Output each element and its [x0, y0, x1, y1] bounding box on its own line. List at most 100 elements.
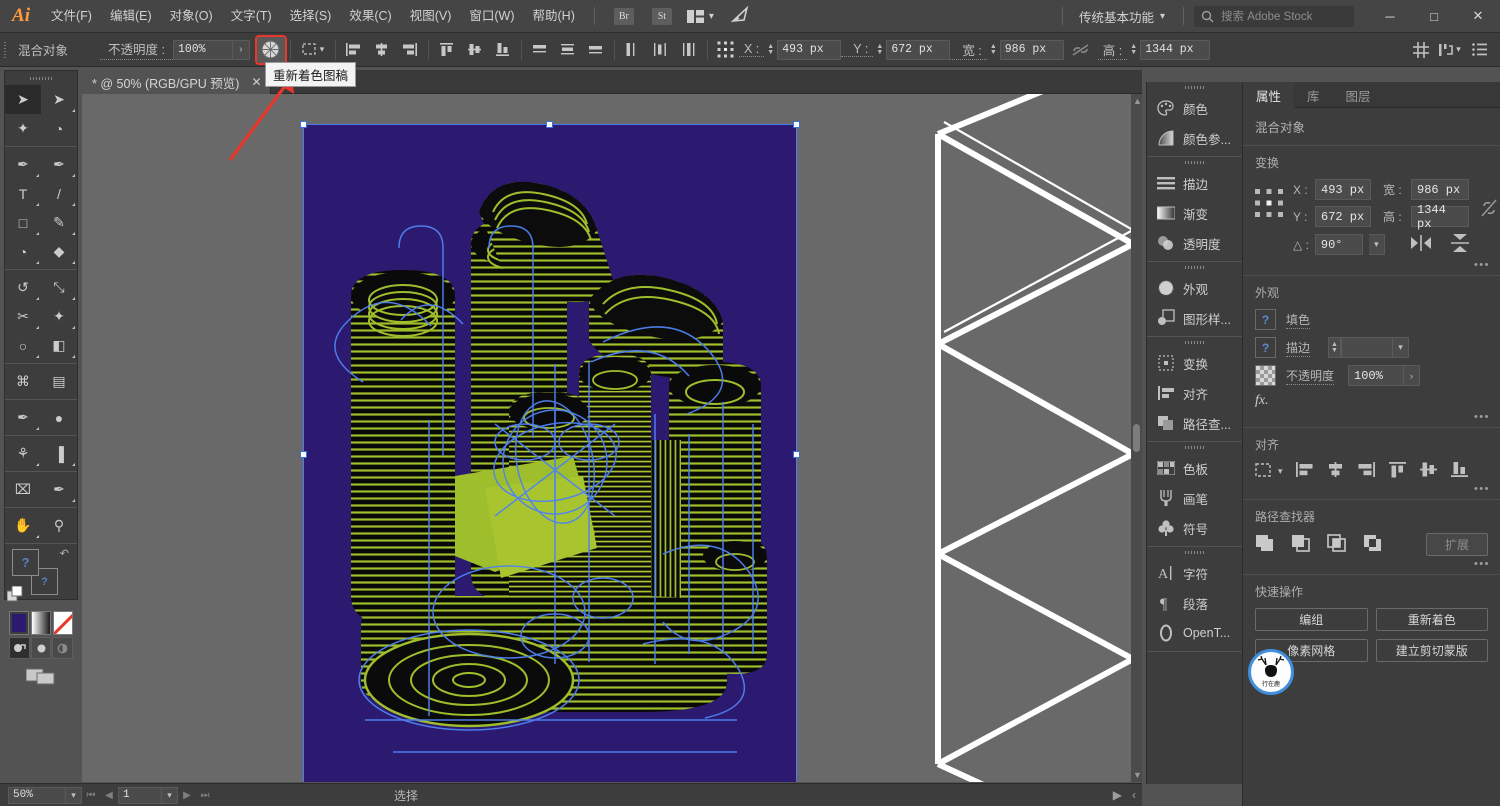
dock-item-transparency[interactable]: 透明度	[1147, 228, 1242, 258]
stroke-style-dropdown-icon[interactable]: ▾	[1393, 337, 1409, 358]
constrain-proportions-icon[interactable]	[1068, 37, 1094, 63]
curvature-tool[interactable]: ✒	[41, 150, 77, 179]
free-transform-tool[interactable]: ✦	[41, 302, 77, 331]
lasso-tool[interactable]: ◔	[41, 114, 77, 143]
artboard-number-field[interactable]: 1	[118, 787, 162, 804]
draw-behind-button[interactable]	[31, 637, 52, 659]
dock-item-color[interactable]: 颜色	[1147, 93, 1242, 123]
cb-y-field[interactable]: 672 px	[886, 40, 950, 60]
pen-tool[interactable]: ✒	[5, 150, 41, 179]
color-swatch-solid[interactable]	[9, 611, 29, 635]
menu-object[interactable]: 对象(O)	[161, 0, 222, 33]
canvas-vertical-scrollbar[interactable]: ▲ ▼	[1131, 94, 1142, 782]
dock-item-character[interactable]: A字符	[1147, 558, 1242, 588]
dock-item-swatches[interactable]: 色板	[1147, 453, 1242, 483]
tools-panel-grip[interactable]	[5, 71, 77, 85]
stock-icon[interactable]: St	[652, 8, 672, 25]
width-tool[interactable]: ✂	[5, 302, 41, 331]
dock-group-grip[interactable]	[1147, 262, 1242, 273]
pathfinder-minus-front-button[interactable]	[1291, 534, 1311, 555]
menu-select[interactable]: 选择(S)	[281, 0, 341, 33]
distribute-h-left-button[interactable]	[620, 37, 646, 63]
distribute-horizontal-group[interactable]	[620, 37, 702, 63]
align-bottom-button-panel[interactable]	[1450, 461, 1469, 481]
minimize-button[interactable]: ─	[1368, 0, 1412, 33]
expand-button[interactable]: 扩展	[1426, 533, 1488, 556]
align-top-button-panel[interactable]	[1388, 461, 1407, 481]
status-collapse-icon[interactable]: ‹	[1132, 788, 1136, 802]
group-button[interactable]: 编组	[1255, 608, 1368, 631]
color-swatch-none[interactable]	[53, 611, 73, 635]
document-tab[interactable]: * @ 50% (RGB/GPU 预览) ✕	[82, 70, 271, 94]
artboard-dropdown-icon[interactable]: ▾	[162, 787, 178, 804]
shaper-tool[interactable]: ◔	[5, 237, 41, 266]
maximize-button[interactable]: □	[1412, 0, 1456, 33]
rotate-tool[interactable]: ↺	[5, 273, 41, 302]
menu-type[interactable]: 文字(T)	[222, 0, 281, 33]
transform-reference-point[interactable]	[713, 37, 739, 63]
prop-angle-field[interactable]: 90°	[1315, 234, 1363, 255]
magic-wand-tool[interactable]: ✦	[5, 114, 41, 143]
cb-x-stepper[interactable]: ▲▼	[764, 40, 777, 60]
dock-item-align[interactable]: 对齐	[1147, 378, 1242, 408]
cb-w-stepper[interactable]: ▲▼	[987, 40, 1000, 60]
opacity-control[interactable]: 100% ›	[173, 40, 250, 60]
stock-search-box[interactable]: 搜索 Adobe Stock	[1194, 6, 1354, 27]
distribute-top-button[interactable]	[527, 37, 553, 63]
control-bar-grip[interactable]	[0, 33, 10, 67]
fx-button[interactable]: fx.	[1255, 393, 1488, 409]
align-to-dropdown[interactable]: ▾	[1255, 463, 1283, 479]
dock-item-opentype[interactable]: OpenT...	[1147, 618, 1242, 648]
align-bottom-button[interactable]	[490, 37, 516, 63]
draw-normal-button[interactable]	[9, 637, 30, 659]
type-tool[interactable]: T	[5, 179, 41, 208]
cb-h-field[interactable]: 1344 px	[1140, 40, 1210, 60]
arrange-objects-icon[interactable]: ▾	[1434, 37, 1466, 63]
bridge-icon[interactable]: Br	[614, 8, 634, 25]
line-segment-tool[interactable]: /	[41, 179, 77, 208]
selection-handle-ml[interactable]	[300, 451, 307, 458]
perspective-grid-tool[interactable]: ◧	[41, 331, 77, 360]
selection-handle-tr[interactable]	[793, 121, 800, 128]
pathfinder-more-icon[interactable]: •••	[1474, 558, 1490, 570]
dock-item-appearance[interactable]: 外观	[1147, 273, 1242, 303]
prop-opacity-field[interactable]: 100%	[1348, 365, 1404, 386]
prev-artboard-button[interactable]: ◀	[100, 787, 118, 804]
scale-tool[interactable]: ⤡	[41, 273, 77, 302]
status-play-icon[interactable]: ▶	[1113, 788, 1122, 802]
stroke-color-swatch[interactable]: ?	[1255, 337, 1276, 358]
appearance-more-icon[interactable]: •••	[1474, 411, 1490, 423]
workspace-selector[interactable]: 传统基本功能	[1073, 7, 1160, 26]
first-artboard-button[interactable]: ⏮	[82, 787, 100, 804]
selection-handle-tc[interactable]	[546, 121, 553, 128]
align-left-button[interactable]	[341, 37, 367, 63]
next-artboard-button[interactable]: ▶	[178, 787, 196, 804]
mesh-tool[interactable]: ⌘	[5, 367, 41, 396]
align-right-button-panel[interactable]	[1357, 461, 1376, 481]
last-artboard-button[interactable]: ⏭	[196, 787, 214, 804]
prop-angle-dropdown-icon[interactable]: ▾	[1369, 234, 1385, 255]
screen-mode-button[interactable]	[5, 659, 77, 693]
dock-item-brushes[interactable]: 画笔	[1147, 483, 1242, 513]
pathfinder-unite-button[interactable]	[1255, 534, 1275, 555]
column-graph-tool[interactable]: ▐	[41, 439, 77, 468]
dock-item-paragraph[interactable]: ¶段落	[1147, 588, 1242, 618]
properties-tab-2[interactable]: 图层	[1333, 82, 1384, 108]
close-button[interactable]: ✕	[1456, 0, 1500, 33]
zoom-level-field[interactable]: 50%	[8, 787, 66, 804]
properties-tab-1[interactable]: 库	[1294, 82, 1333, 108]
selection-handle-tl[interactable]	[300, 121, 307, 128]
align-vertical-group[interactable]	[434, 37, 516, 63]
menu-window[interactable]: 窗口(W)	[460, 0, 523, 33]
shape-builder-tool[interactable]: ○	[5, 331, 41, 360]
slice-tool[interactable]: ✒	[41, 475, 77, 504]
cb-y-stepper[interactable]: ▲▼	[873, 40, 886, 60]
opacity-expand-icon[interactable]: ›	[233, 40, 250, 60]
opacity-value[interactable]: 100%	[173, 40, 233, 60]
canvas-area[interactable]: ▲ ▼	[82, 94, 1142, 782]
zoom-level-dropdown-icon[interactable]: ▾	[66, 787, 82, 804]
eyedropper-tool[interactable]: ✒	[5, 403, 41, 432]
align-center-h-button-panel[interactable]	[1326, 461, 1345, 481]
dock-group-grip[interactable]	[1147, 547, 1242, 558]
dock-group-grip[interactable]	[1147, 337, 1242, 348]
